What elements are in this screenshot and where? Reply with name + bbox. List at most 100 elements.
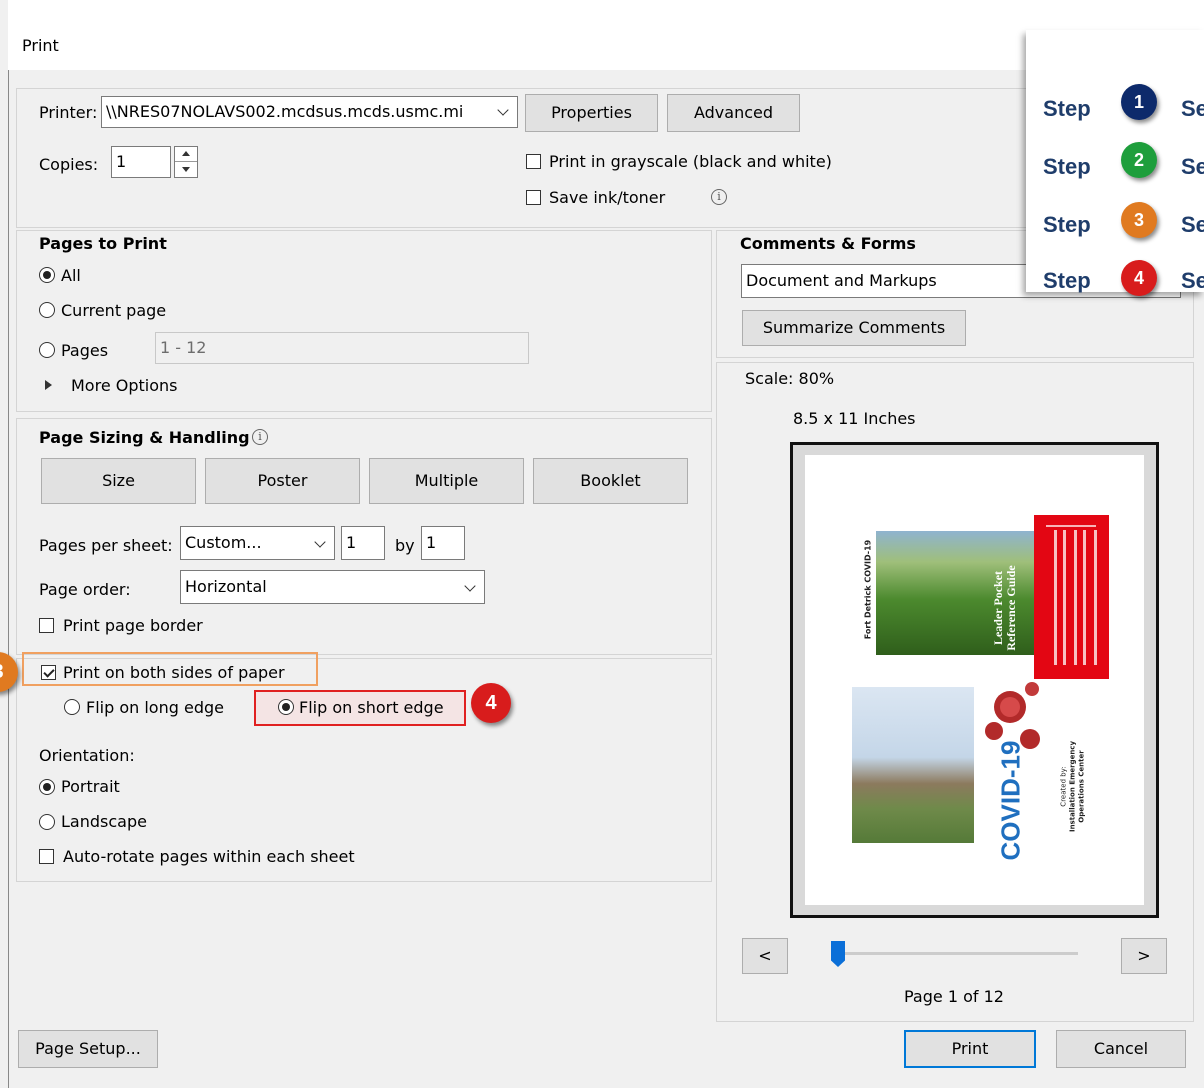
covid-title-box: COVID-19 [991,741,1031,861]
printer-select[interactable]: \\NRES07NOLAVS002.mcdsus.mcds.usmc.mi [101,96,518,128]
step-2-text: Se [1181,154,1204,179]
auto-rotate-checkbox[interactable] [39,849,54,864]
poster-button[interactable]: Poster [205,458,360,504]
save-ink-checkbox[interactable] [526,190,541,205]
booklet-button[interactable]: Booklet [533,458,688,504]
chevron-down-icon [314,536,326,548]
save-ink-label: Save ink/toner [549,188,666,207]
radio-current-page-label: Current page [61,301,167,320]
prev-page-button[interactable]: < [742,938,788,974]
pages-per-sheet-label: Pages per sheet: [39,536,173,555]
both-sides-checkbox[interactable] [41,665,56,680]
radio-landscape[interactable] [39,814,55,830]
cancel-button[interactable]: Cancel [1056,1030,1186,1068]
properties-button[interactable]: Properties [525,94,658,132]
printer-label: Printer: [39,103,98,122]
radio-pages-label: Pages [61,341,109,360]
radio-all[interactable] [39,267,55,283]
info-icon[interactable]: i [711,189,727,205]
next-page-button[interactable]: > [1121,938,1167,974]
both-sides-label: Print on both sides of paper [63,663,285,682]
copies-spinner[interactable] [174,146,198,178]
more-options-link[interactable]: More Options [71,376,177,395]
guide-title: Leader Pocket Reference Guide [991,565,1018,651]
text-line [1046,525,1096,527]
grayscale-checkbox[interactable] [526,154,541,169]
print-button[interactable]: Print [904,1030,1036,1068]
triangle-right-icon[interactable] [45,380,52,390]
radio-flip-short[interactable] [278,699,294,715]
radio-portrait[interactable] [39,779,55,795]
spin-up-icon[interactable] [182,151,190,156]
steps-legend: Step 1 Se Step 2 Se Step 3 Se Step 4 Se [1026,30,1204,296]
page-order-select[interactable]: Horizontal [180,570,485,604]
radio-flip-long[interactable] [64,699,80,715]
step-4-badge: 4 [471,683,511,723]
cover-title: Leader Pocket Reference Guide [985,565,1025,650]
step-1-text: Se [1181,96,1204,121]
scale-label: Scale: [745,369,794,388]
copies-label: Copies: [39,155,99,174]
radio-current-page[interactable] [39,302,55,318]
print-border-checkbox[interactable] [39,618,54,633]
step-3-word: Step [1043,212,1091,237]
red-panel [1034,515,1109,679]
summarize-comments-button[interactable]: Summarize Comments [742,310,966,346]
text-line [1083,530,1086,665]
advanced-button[interactable]: Advanced [667,94,800,132]
info-icon[interactable]: i [252,429,268,445]
spin-down-icon[interactable] [182,167,190,172]
spine-text: Fort Detrick COVID-19 [863,539,873,640]
copies-input[interactable]: 1 [111,146,171,178]
step-4-legend-badge: 4 [1121,260,1157,296]
radio-flip-long-label: Flip on long edge [86,698,224,717]
page-order-value: Horizontal [185,577,267,596]
step-3-legend-badge: 3 [1121,202,1157,238]
page-slider-track[interactable] [838,952,1078,955]
text-line [1063,530,1066,665]
comments-heading: Comments & Forms [740,234,916,253]
scale-value: 80% [798,369,835,388]
credit-text: Created by: Installation Emergency Opera… [1060,732,1087,842]
cover-spine: Fort Detrick COVID-19 [858,531,876,655]
step-4-word: Step [1043,268,1091,293]
radio-landscape-label: Landscape [61,812,147,831]
text-line [1054,530,1057,665]
text-line [1074,530,1077,665]
columns-input[interactable]: 1 [341,526,385,560]
step-2-badge: 2 [1121,142,1157,178]
pages-per-sheet-select[interactable]: Custom... [180,526,335,560]
by-label: by [395,536,415,555]
print-border-label: Print page border [63,616,203,635]
text-line [1094,530,1097,665]
step-4-text: Se [1181,268,1204,293]
page-setup-button[interactable]: Page Setup... [18,1030,158,1068]
covid-title: COVID-19 [995,740,1026,861]
created-by: Created by: [1059,766,1068,807]
step-3-text: Se [1181,212,1204,237]
auto-rotate-label: Auto-rotate pages within each sheet [63,847,355,866]
rows-input[interactable]: 1 [421,526,465,560]
size-button[interactable]: Size [41,458,196,504]
center-name: Installation Emergency Operations Center [1068,740,1086,833]
pages-per-sheet-value: Custom... [185,533,262,552]
multiple-button[interactable]: Multiple [369,458,524,504]
page-sizing-heading: Page Sizing & Handling [39,428,250,447]
page-indicator: Page 1 of 12 [904,987,1004,1006]
grayscale-label: Print in grayscale (black and white) [549,152,832,171]
credit-box: Created by: Installation Emergency Opera… [1048,725,1098,835]
step-2-word: Step [1043,154,1091,179]
preview-page: Fort Detrick COVID-19 Leader Pocket Refe… [805,455,1144,905]
radio-pages[interactable] [39,342,55,358]
scale-readout: Scale: 80% [745,369,834,388]
preview-frame: Fort Detrick COVID-19 Leader Pocket Refe… [790,442,1159,918]
paper-size: 8.5 x 11 Inches [793,409,916,428]
chevron-down-icon [497,104,509,116]
radio-portrait-label: Portrait [61,777,120,796]
spinner-divider [175,161,197,162]
orientation-label: Orientation: [39,746,135,765]
printer-value: \\NRES07NOLAVS002.mcdsus.mcds.usmc.mi [106,102,464,121]
pages-range-input[interactable]: 1 - 12 [155,332,529,364]
radio-all-label: All [61,266,81,285]
chevron-down-icon [464,580,476,592]
